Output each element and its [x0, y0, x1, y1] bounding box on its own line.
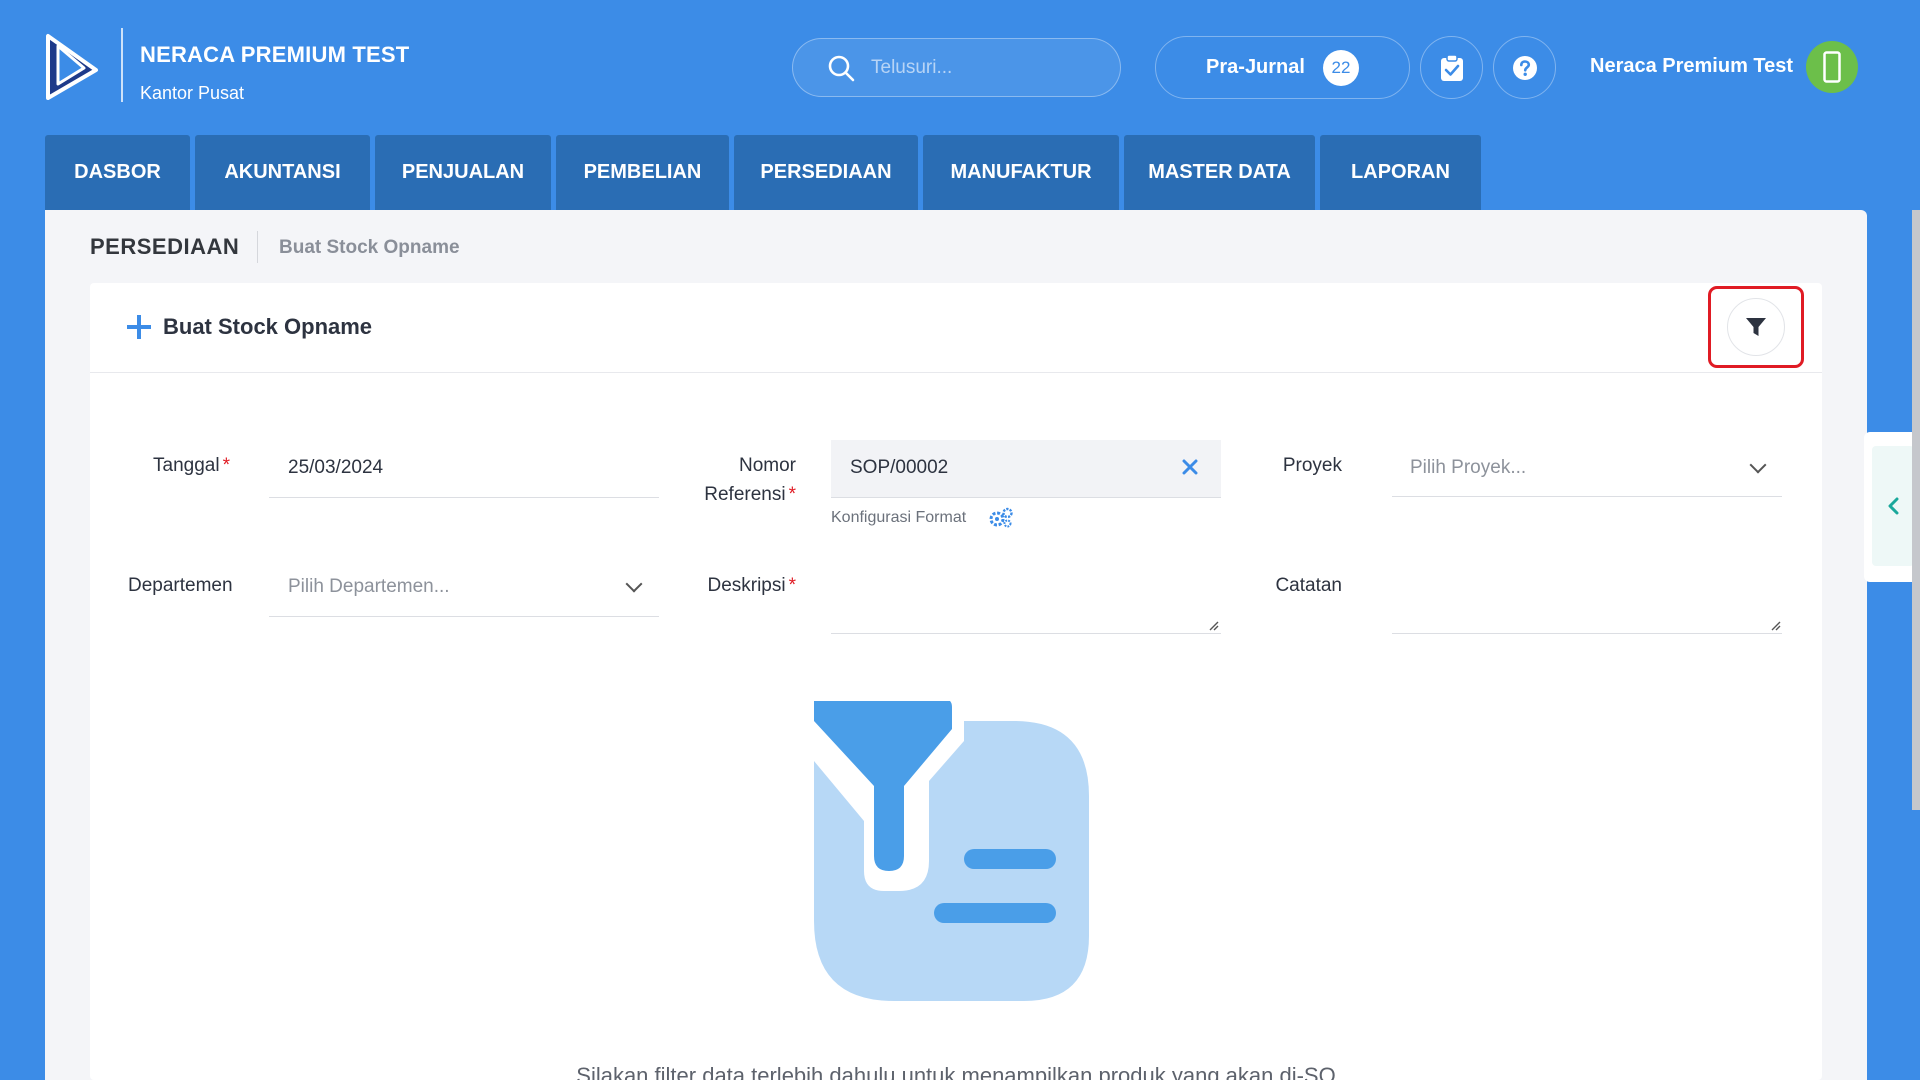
tasks-button[interactable] [1420, 36, 1483, 99]
deskripsi-label: Deskripsi * [707, 575, 796, 596]
filter-icon [1746, 318, 1766, 336]
departemen-label: Departemen [128, 575, 233, 596]
content-area: PERSEDIAAN Buat Stock Opname Buat Stock … [45, 210, 1867, 1080]
filter-document-illustration-icon [814, 701, 1089, 1001]
resize-handle-icon[interactable] [1207, 619, 1219, 631]
side-panel-toggle-inner[interactable] [1872, 446, 1914, 566]
tanggal-value[interactable]: 25/03/2024 [288, 457, 383, 479]
departemen-placeholder[interactable]: Pilih Departemen... [288, 576, 450, 598]
deskripsi-textarea[interactable] [831, 560, 1221, 634]
catatan-textarea[interactable] [1392, 560, 1782, 634]
nomor-referensi-value[interactable]: SOP/00002 [850, 457, 948, 479]
help-button[interactable] [1493, 36, 1556, 99]
plus-icon [127, 315, 151, 339]
catatan-label: Catatan [1275, 575, 1342, 596]
tanggal-label: Tanggal * [153, 455, 230, 476]
user-avatar[interactable] [1806, 41, 1858, 93]
nav-tab-manufaktur[interactable]: MANUFAKTUR [923, 135, 1119, 210]
breadcrumb-page: Buat Stock Opname [279, 237, 460, 258]
card-title: Buat Stock Opname [163, 314, 373, 339]
filter-button[interactable] [1727, 298, 1785, 356]
resize-handle-icon[interactable] [1769, 619, 1781, 631]
nav-tab-dasbor[interactable]: DASBOR [45, 135, 190, 210]
card-header: Buat Stock Opname [90, 283, 1822, 373]
empty-state-message: Silakan filter data terlebih dahulu untu… [576, 1063, 1336, 1080]
clipboard-check-icon [1440, 53, 1463, 81]
company-name: NERACA PREMIUM TEST [140, 42, 410, 67]
pra-jurnal-label: Pra-Jurnal [1206, 56, 1305, 78]
chevron-left-icon [1888, 497, 1899, 515]
company-branch: Kantor Pusat [140, 83, 245, 103]
stock-opname-card: Buat Stock Opname Tanggal * 25/03/2024 No… [90, 283, 1822, 1080]
proyek-placeholder[interactable]: Pilih Proyek... [1410, 457, 1526, 479]
scrollbar[interactable] [1912, 210, 1920, 810]
konfigurasi-format-link[interactable]: Konfigurasi Format [831, 509, 966, 527]
search-input[interactable] [871, 56, 1091, 79]
pra-jurnal-count-badge: 22 [1322, 49, 1359, 86]
nav-tab-penjualan[interactable]: PENJUALAN [375, 135, 551, 210]
logo-divider [121, 28, 123, 102]
app-header: NERACA PREMIUM TEST Kantor Pusat Pra-Jur… [0, 0, 1920, 135]
search-box[interactable] [792, 38, 1121, 97]
nav-tab-persediaan[interactable]: PERSEDIAAN [734, 135, 918, 210]
breadcrumb-divider [257, 231, 258, 263]
user-name[interactable]: Neraca Premium Test [1590, 55, 1793, 78]
help-icon [1512, 55, 1537, 80]
clear-icon[interactable] [1182, 459, 1198, 475]
search-icon [828, 55, 855, 81]
proyek-label: Proyek [1282, 455, 1342, 476]
nav-tab-pembelian[interactable]: PEMBELIAN [556, 135, 729, 210]
main-nav: DASBOR AKUNTANSI PENJUALAN PEMBELIAN PER… [45, 135, 1481, 210]
nav-tab-akuntansi[interactable]: AKUNTANSI [195, 135, 370, 210]
app-logo-icon[interactable] [44, 32, 100, 102]
nav-tab-master-data[interactable]: MASTER DATA [1124, 135, 1315, 210]
pra-jurnal-button[interactable]: Pra-Jurnal 22 [1155, 36, 1410, 99]
nomor-referensi-label: Nomor Referensi * [704, 455, 796, 505]
gears-icon[interactable] [989, 507, 1013, 529]
nav-tab-laporan[interactable]: LAPORAN [1320, 135, 1481, 210]
mobile-device-icon [1823, 51, 1841, 83]
breadcrumb-module: PERSEDIAAN [90, 234, 240, 259]
